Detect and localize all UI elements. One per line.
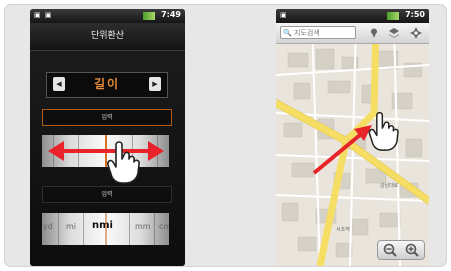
pin-icon[interactable] [368, 27, 380, 39]
hand-pointer-icon [368, 111, 399, 151]
search-input[interactable]: 🔍 지도검색 [280, 26, 356, 39]
map-label: 강남대로 [380, 182, 399, 189]
layers-icon[interactable] [388, 27, 400, 39]
map-label: 서초역 [336, 226, 350, 233]
status-notification-icons: ▣ [280, 11, 288, 19]
zoom-controls [377, 240, 425, 260]
battery-icon [387, 12, 399, 20]
zoom-in-icon[interactable] [401, 242, 423, 258]
map-phone: ▣ 7:50 강남대로 서초역 🔍 지도검색 [276, 9, 429, 266]
search-icon: 🔍 [283, 29, 292, 37]
locate-icon[interactable] [410, 27, 422, 39]
search-placeholder: 지도검색 [293, 29, 320, 37]
status-time: 7:50 [405, 10, 425, 19]
hand-pointer-icon [107, 141, 140, 184]
status-bar: ▣ 7:50 [276, 9, 429, 23]
map-toolbar: 🔍 지도검색 [276, 23, 429, 44]
unit-converter-phone: ▣ ▣ 7:49 단위환산 ◀ 길이 ▶ 입력 입력 yd mi nmi mm … [30, 9, 185, 266]
zoom-out-icon[interactable] [379, 242, 401, 258]
